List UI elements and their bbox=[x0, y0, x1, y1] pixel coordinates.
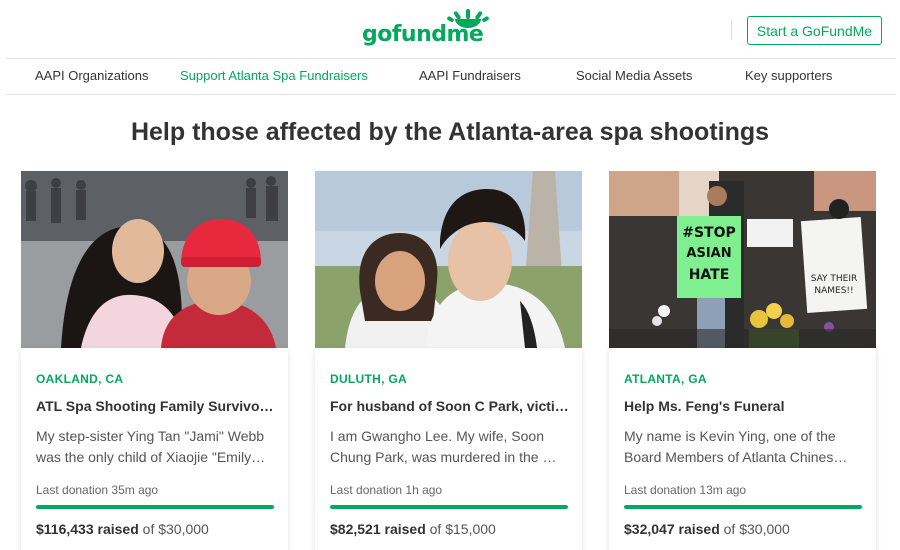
card-description-line: was the only child of Xiaojie "Emily… bbox=[36, 449, 266, 465]
progress-fill bbox=[330, 505, 568, 509]
start-gofundme-button[interactable]: Start a GoFundMe bbox=[747, 16, 882, 45]
amount-raised: $32,047 raised of $30,000 bbox=[624, 521, 790, 537]
last-donation: Last donation 13m ago bbox=[624, 483, 747, 497]
progress-fill bbox=[36, 505, 274, 509]
svg-text:NAMES!!: NAMES!! bbox=[814, 286, 853, 296]
raised-amount: $82,521 raised bbox=[330, 521, 426, 537]
logo-wordmark: gofundme bbox=[362, 22, 484, 47]
goal-amount: of $30,000 bbox=[723, 521, 790, 537]
card-description-line: My name is Kevin Ying, one of the bbox=[624, 428, 836, 444]
top-header: gofundme Start a GoFundMe bbox=[0, 0, 900, 58]
card-body[interactable]: ATLANTA, GA Help Ms. Feng's Funeral My n… bbox=[609, 348, 876, 550]
card-title[interactable]: ATL Spa Shooting Family Survivor… bbox=[36, 398, 278, 414]
progress-bar bbox=[36, 505, 274, 509]
card-location: DULUTH, GA bbox=[330, 372, 407, 386]
card-body[interactable]: DULUTH, GA For husband of Soon C Park, v… bbox=[315, 348, 582, 550]
subnav-aapi-fundraisers[interactable]: AAPI Fundraisers bbox=[419, 68, 521, 83]
card-description: My name is Kevin Ying, one of the Board … bbox=[624, 426, 864, 468]
goal-amount: of $30,000 bbox=[142, 521, 209, 537]
svg-text:HATE: HATE bbox=[689, 267, 730, 283]
gofundme-logo[interactable]: gofundme bbox=[362, 8, 492, 48]
progress-bar bbox=[624, 505, 862, 509]
raised-amount: $32,047 raised bbox=[624, 521, 720, 537]
sub-navigation: AAPI Organizations Support Atlanta Spa F… bbox=[6, 58, 896, 95]
card-title[interactable]: Help Ms. Feng's Funeral bbox=[624, 398, 866, 414]
svg-text:SAY THEIR: SAY THEIR bbox=[811, 274, 858, 284]
card-body[interactable]: OAKLAND, CA ATL Spa Shooting Family Surv… bbox=[21, 348, 288, 550]
card-title[interactable]: For husband of Soon C Park, victi… bbox=[330, 398, 572, 414]
fundraiser-photo[interactable] bbox=[21, 171, 288, 348]
card-description: I am Gwangho Lee. My wife, Soon Chung Pa… bbox=[330, 426, 570, 468]
fundraiser-photo[interactable] bbox=[315, 171, 582, 348]
subnav-key-supporters[interactable]: Key supporters bbox=[745, 68, 832, 83]
fundraiser-card[interactable]: DULUTH, GA For husband of Soon C Park, v… bbox=[315, 171, 582, 550]
card-description-line: I am Gwangho Lee. My wife, Soon bbox=[330, 428, 544, 444]
progress-fill bbox=[624, 505, 862, 509]
header-divider bbox=[731, 20, 732, 40]
page-headline: Help those affected by the Atlanta-area … bbox=[130, 118, 770, 146]
amount-raised: $116,433 raised of $30,000 bbox=[36, 521, 209, 537]
last-donation: Last donation 35m ago bbox=[36, 483, 159, 497]
card-description-line: Board Members of Atlanta Chines… bbox=[624, 449, 848, 465]
subnav-aapi-organizations[interactable]: AAPI Organizations bbox=[35, 68, 148, 83]
subnav-social-media-assets[interactable]: Social Media Assets bbox=[576, 68, 692, 83]
card-description-line: Chung Park, was murdered in the … bbox=[330, 449, 557, 465]
fundraiser-photo[interactable]: #STOP ASIAN HATE SAY THEIR NAMES!! bbox=[609, 171, 876, 348]
fundraiser-card[interactable]: #STOP ASIAN HATE SAY THEIR NAMES!! ATLAN… bbox=[609, 171, 876, 550]
card-location: ATLANTA, GA bbox=[624, 372, 707, 386]
svg-text:#STOP: #STOP bbox=[682, 225, 736, 241]
card-location: OAKLAND, CA bbox=[36, 372, 124, 386]
fundraiser-card[interactable]: OAKLAND, CA ATL Spa Shooting Family Surv… bbox=[21, 171, 288, 550]
svg-text:ASIAN: ASIAN bbox=[686, 246, 731, 261]
goal-amount: of $15,000 bbox=[429, 521, 496, 537]
card-description-line: My step-sister Ying Tan "Jami" Webb bbox=[36, 428, 265, 444]
amount-raised: $82,521 raised of $15,000 bbox=[330, 521, 496, 537]
subnav-support-atlanta-spa[interactable]: Support Atlanta Spa Fundraisers bbox=[180, 68, 368, 83]
raised-amount: $116,433 raised bbox=[36, 521, 139, 537]
progress-bar bbox=[330, 505, 568, 509]
last-donation: Last donation 1h ago bbox=[330, 483, 443, 497]
card-description: My step-sister Ying Tan "Jami" Webb was … bbox=[36, 426, 276, 468]
